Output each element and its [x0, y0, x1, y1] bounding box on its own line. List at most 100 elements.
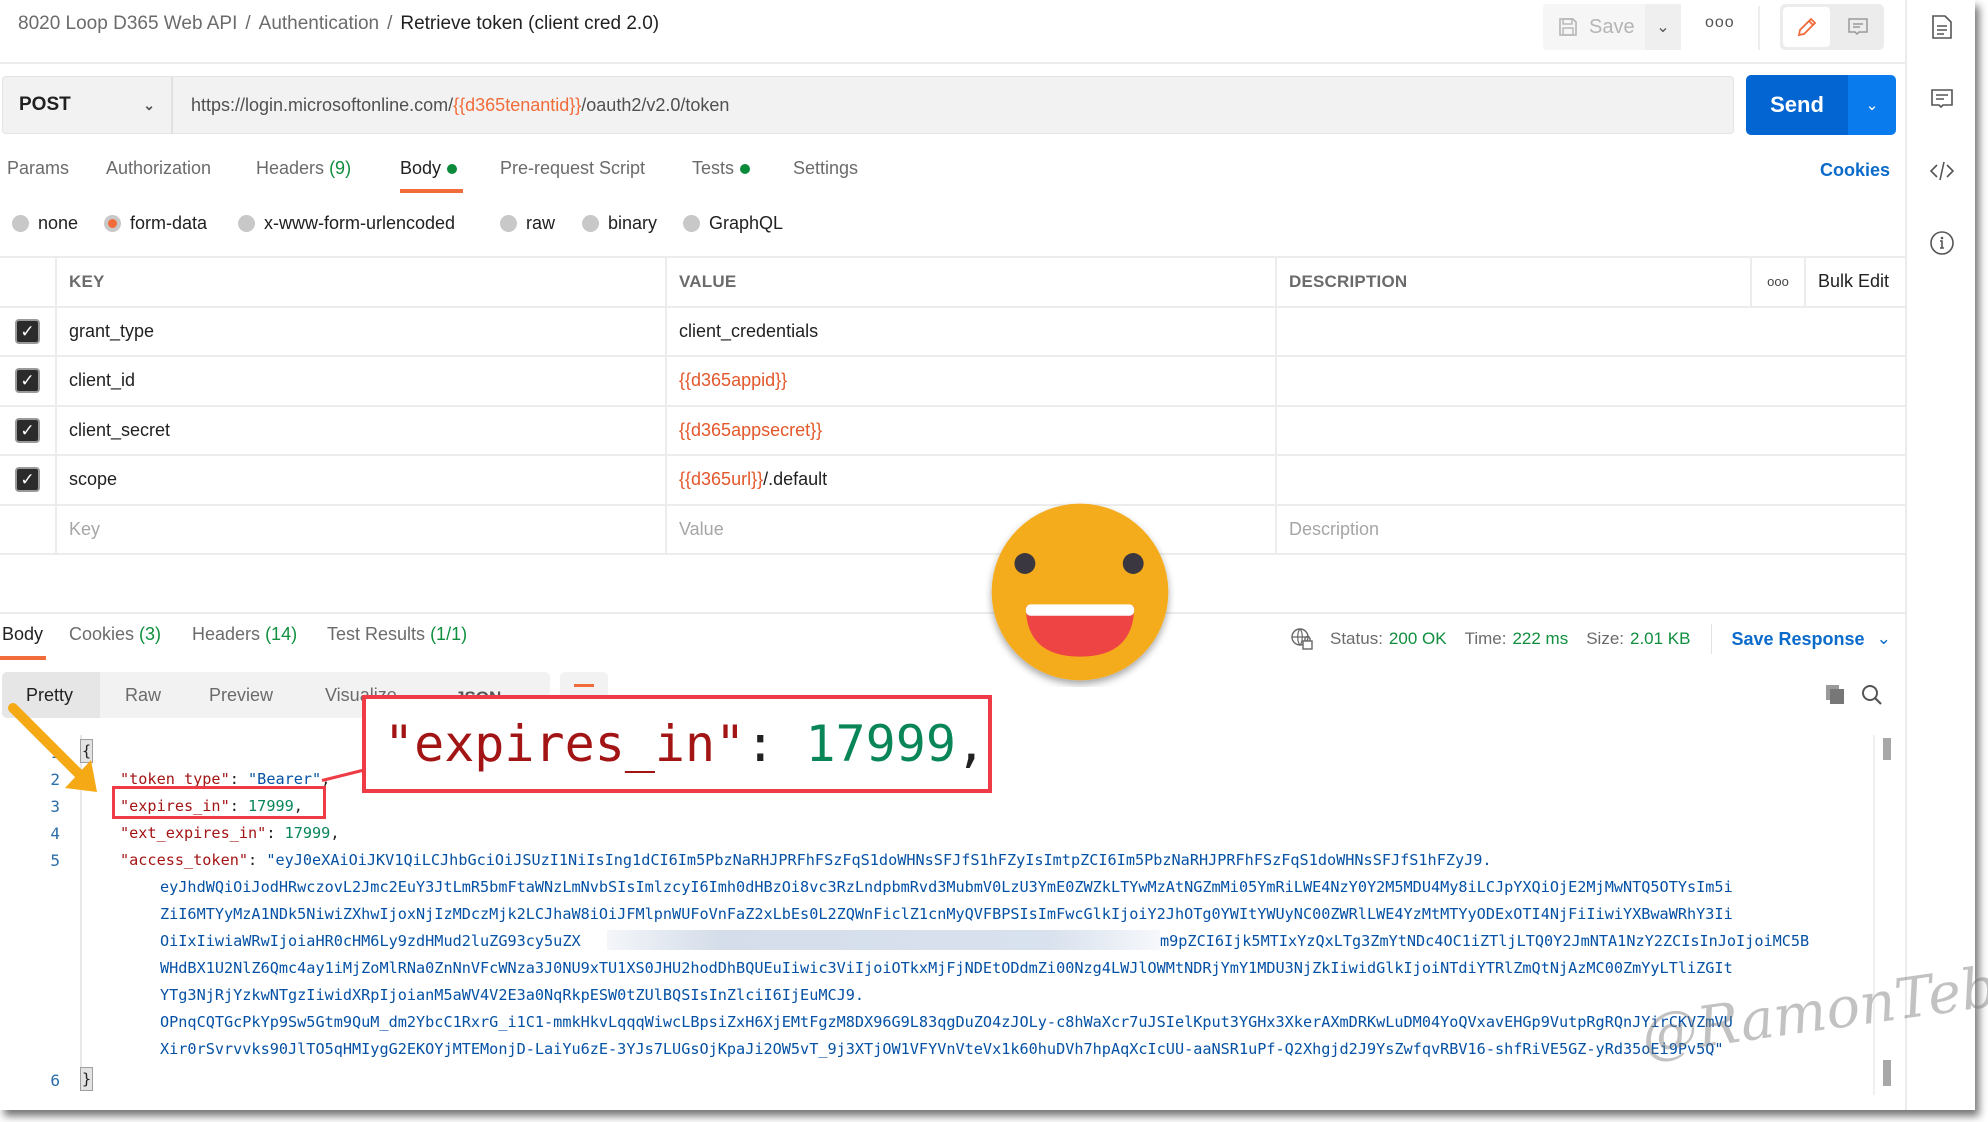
token-line: eyJhdWQiOiJodHRwczovL2Jmc2EuY3JtLmR5bmFt… — [160, 878, 1733, 896]
json-string: "eyJ0eXAiOiJKV1QiLCJhbGciOiJSUzI1NiIsIng… — [266, 851, 1492, 869]
checkbox-checked[interactable]: ✓ — [15, 417, 40, 443]
active-tab-indicator — [400, 189, 463, 193]
save-label: Save — [1589, 15, 1635, 38]
checkbox-checked[interactable]: ✓ — [15, 467, 40, 493]
response-tab-body[interactable]: Body — [2, 624, 43, 645]
key-cell[interactable]: grant_type — [55, 305, 667, 357]
tab-label: Headers — [192, 624, 261, 644]
request-name[interactable]: Retrieve token (client cred 2.0) — [400, 13, 659, 34]
copy-icon[interactable] — [1824, 683, 1846, 710]
token-line: OiIxIiwiaWRwIjoiaHR0cHM6Ly9zdHMud2luZG93… — [160, 932, 581, 950]
radio-binary[interactable]: binary — [582, 213, 657, 234]
radio-label: binary — [608, 213, 658, 233]
tab-count: (9) — [329, 158, 352, 178]
view-mode-toggle — [1780, 4, 1884, 50]
more-options-button[interactable]: ooo — [1705, 14, 1735, 32]
checkbox-checked[interactable]: ✓ — [15, 318, 40, 344]
redacted-blur — [607, 930, 1160, 950]
radio-form-data[interactable]: form-data — [104, 213, 207, 234]
tab-params[interactable]: Params — [7, 158, 69, 179]
send-button[interactable]: Send — [1746, 75, 1848, 135]
time-label: Time: — [1464, 629, 1507, 648]
edit-mode-button[interactable] — [1783, 7, 1830, 47]
comments-icon[interactable] — [1929, 86, 1955, 112]
code-line: "access_token": "eyJ0eXAiOiJKV1QiLCJhbGc… — [120, 851, 1492, 869]
code-brace: } — [80, 1067, 94, 1091]
line-number: 4 — [50, 824, 60, 843]
breadcrumb-separator: / — [387, 13, 393, 34]
checkbox-cell: ✓ — [0, 404, 57, 456]
body-type-radios: none form-data x-www-form-urlencoded raw… — [0, 213, 900, 239]
token-line: m9pZCI6Ijk5MTIxYzQxLTg3ZmYtNDc4OC1iZTljL… — [1160, 932, 1810, 950]
radio-raw[interactable]: raw — [500, 213, 555, 234]
value-cell[interactable]: {{d365appid}} — [665, 355, 1277, 407]
table-row: ✓ client_secret {{d365appsecret}} — [0, 404, 1905, 456]
value-cell[interactable]: {{d365appsecret}} — [665, 404, 1277, 456]
save-response-button[interactable]: Save Response — [1732, 629, 1865, 650]
checkbox-cell — [0, 503, 57, 555]
breadcrumb-collection[interactable]: 8020 Loop D365 Web API — [18, 13, 237, 34]
key-cell[interactable]: client_secret — [55, 404, 667, 456]
value-placeholder-input[interactable]: Value — [665, 503, 1277, 555]
method-select[interactable]: POST ⌄ — [2, 76, 172, 134]
description-placeholder-input[interactable]: Description — [1275, 503, 1905, 555]
description-cell[interactable] — [1275, 305, 1905, 357]
radio-graphql[interactable]: GraphQL — [683, 213, 783, 234]
radio-none[interactable]: none — [12, 213, 78, 234]
response-tab-test-results[interactable]: Test Results (1/1) — [327, 624, 467, 645]
globe-lock-icon — [1291, 628, 1313, 650]
url-suffix: /oauth2/v2.0/token — [581, 94, 730, 115]
tab-label: Cookies — [69, 624, 135, 644]
token-line: WHdBX1U2NlZ6Qmc4ay1iMjZoMlRNa0ZnNnVFcWNz… — [160, 959, 1733, 977]
table-header-row: KEY VALUE DESCRIPTION ooo Bulk Edit — [0, 256, 1905, 308]
key-cell[interactable]: client_id — [55, 355, 667, 407]
key-placeholder-input[interactable]: Key — [55, 503, 667, 555]
tab-count: (14) — [265, 624, 298, 644]
token-line: YTg3NjRjYzkwNTgzIiwidXRpIjoianM5aWV4V2E3… — [160, 986, 865, 1004]
tab-authorization[interactable]: Authorization — [106, 158, 211, 179]
key-cell[interactable]: scope — [55, 454, 667, 506]
description-cell[interactable] — [1275, 355, 1905, 407]
tab-pre-request-script[interactable]: Pre-request Script — [500, 158, 645, 179]
right-sidebar — [1905, 0, 1975, 1110]
url-input[interactable]: https://login.microsoftonline.com/{{d365… — [172, 76, 1734, 134]
mode-raw[interactable]: Raw — [125, 685, 161, 706]
response-status-bar: Status: 200 OK Time: 222 ms Size: 2.01 K… — [1290, 624, 1891, 654]
tab-headers[interactable]: Headers (9) — [256, 158, 351, 179]
send-dropdown-button[interactable]: ⌄ — [1848, 75, 1896, 135]
response-tab-headers[interactable]: Headers (14) — [192, 624, 297, 645]
description-cell[interactable] — [1275, 454, 1905, 506]
value-cell[interactable]: client_credentials — [665, 305, 1277, 357]
save-dropdown-button[interactable]: ⌄ — [1645, 4, 1681, 50]
response-tabs: Body Cookies (3) Headers (14) Test Resul… — [0, 624, 700, 654]
checkbox-column-header — [0, 256, 57, 308]
search-icon[interactable] — [1860, 683, 1884, 712]
info-icon[interactable] — [1929, 230, 1955, 256]
table-more-button[interactable]: ooo — [1750, 256, 1806, 308]
code-icon[interactable] — [1929, 158, 1955, 184]
comment-mode-button[interactable] — [1834, 7, 1881, 47]
radio-label: none — [38, 213, 79, 233]
breadcrumb-separator: / — [245, 13, 251, 34]
mode-preview[interactable]: Preview — [209, 685, 273, 706]
status-dot-icon — [447, 164, 458, 175]
checkbox-checked[interactable]: ✓ — [15, 368, 40, 394]
json-key: "ext_expires_in" — [120, 824, 267, 842]
response-tab-cookies[interactable]: Cookies (3) — [69, 624, 161, 645]
breadcrumb-folder[interactable]: Authentication — [259, 13, 379, 34]
tab-body[interactable]: Body — [400, 158, 458, 179]
tab-settings[interactable]: Settings — [793, 158, 858, 179]
callout-value: 17999 — [805, 715, 956, 773]
description-cell[interactable] — [1275, 404, 1905, 456]
cookies-link[interactable]: Cookies — [1820, 160, 1890, 181]
chevron-down-icon[interactable]: ⌄ — [1877, 629, 1891, 649]
radio-x-www-form-urlencoded[interactable]: x-www-form-urlencoded — [238, 213, 455, 234]
value-cell[interactable]: {{d365url}}/.default — [665, 454, 1277, 506]
comment-icon — [1847, 18, 1868, 36]
tab-tests[interactable]: Tests — [692, 158, 751, 179]
tab-count: (1/1) — [430, 624, 468, 644]
bulk-edit-button[interactable]: Bulk Edit — [1804, 256, 1905, 308]
highlight-box — [112, 786, 326, 819]
documentation-icon[interactable] — [1929, 14, 1955, 40]
json-key: "access_token" — [120, 851, 249, 869]
